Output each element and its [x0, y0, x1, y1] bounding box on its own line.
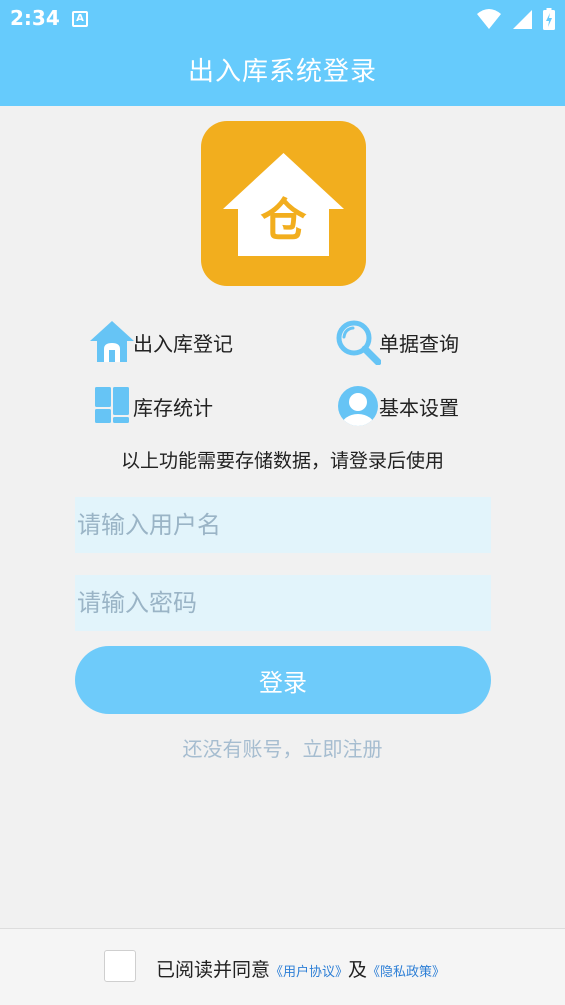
agreement-text: 已阅读并同意《用户协议》及《隐私政策》	[156, 955, 445, 982]
grid-blocks-icon	[95, 387, 129, 423]
password-input[interactable]	[75, 575, 491, 631]
feature-label: 单据查询	[379, 331, 459, 356]
feature-document-query[interactable]: 单据查询	[335, 318, 459, 366]
feature-label: 库存统计	[133, 395, 213, 420]
privacy-policy-link[interactable]: 《隐私政策》	[367, 965, 445, 980]
agreement-footer: 已阅读并同意《用户协议》及《隐私政策》	[0, 928, 565, 1005]
feature-inout-register[interactable]: 出入库登记	[89, 318, 233, 366]
signal-icon	[512, 10, 532, 29]
logo-glyph: 仓	[261, 193, 308, 247]
feature-label: 基本设置	[379, 395, 459, 420]
app-logo: 仓	[201, 121, 366, 286]
register-link[interactable]: 还没有账号，立即注册	[0, 733, 565, 762]
warehouse-logo-icon: 仓	[201, 121, 366, 286]
agreement-checkbox[interactable]	[104, 950, 136, 982]
notification-a-icon: A	[72, 11, 88, 27]
status-time: 2:34	[10, 6, 60, 30]
agreement-and: 及	[348, 959, 368, 981]
feature-inventory-stats[interactable]: 库存统计	[89, 382, 213, 430]
agreement-prefix: 已阅读并同意	[156, 959, 271, 981]
magnifier-icon	[336, 320, 381, 365]
status-bar: 2:34 A	[0, 0, 565, 38]
feature-basic-settings[interactable]: 基本设置	[335, 382, 459, 430]
wifi-icon	[476, 9, 501, 29]
login-button[interactable]: 登录	[75, 646, 491, 714]
username-input[interactable]	[75, 497, 491, 553]
login-required-notice: 以上功能需要存储数据，请登录后使用	[120, 450, 444, 472]
app-bar: 出入库系统登录	[0, 38, 565, 106]
user-agreement-link[interactable]: 《用户协议》	[270, 965, 348, 980]
page-title: 出入库系统登录	[187, 57, 377, 87]
house-icon	[90, 321, 134, 362]
user-avatar-icon	[338, 386, 378, 426]
feature-label: 出入库登记	[133, 331, 233, 356]
battery-icon	[543, 8, 555, 30]
status-icons	[471, 8, 555, 30]
